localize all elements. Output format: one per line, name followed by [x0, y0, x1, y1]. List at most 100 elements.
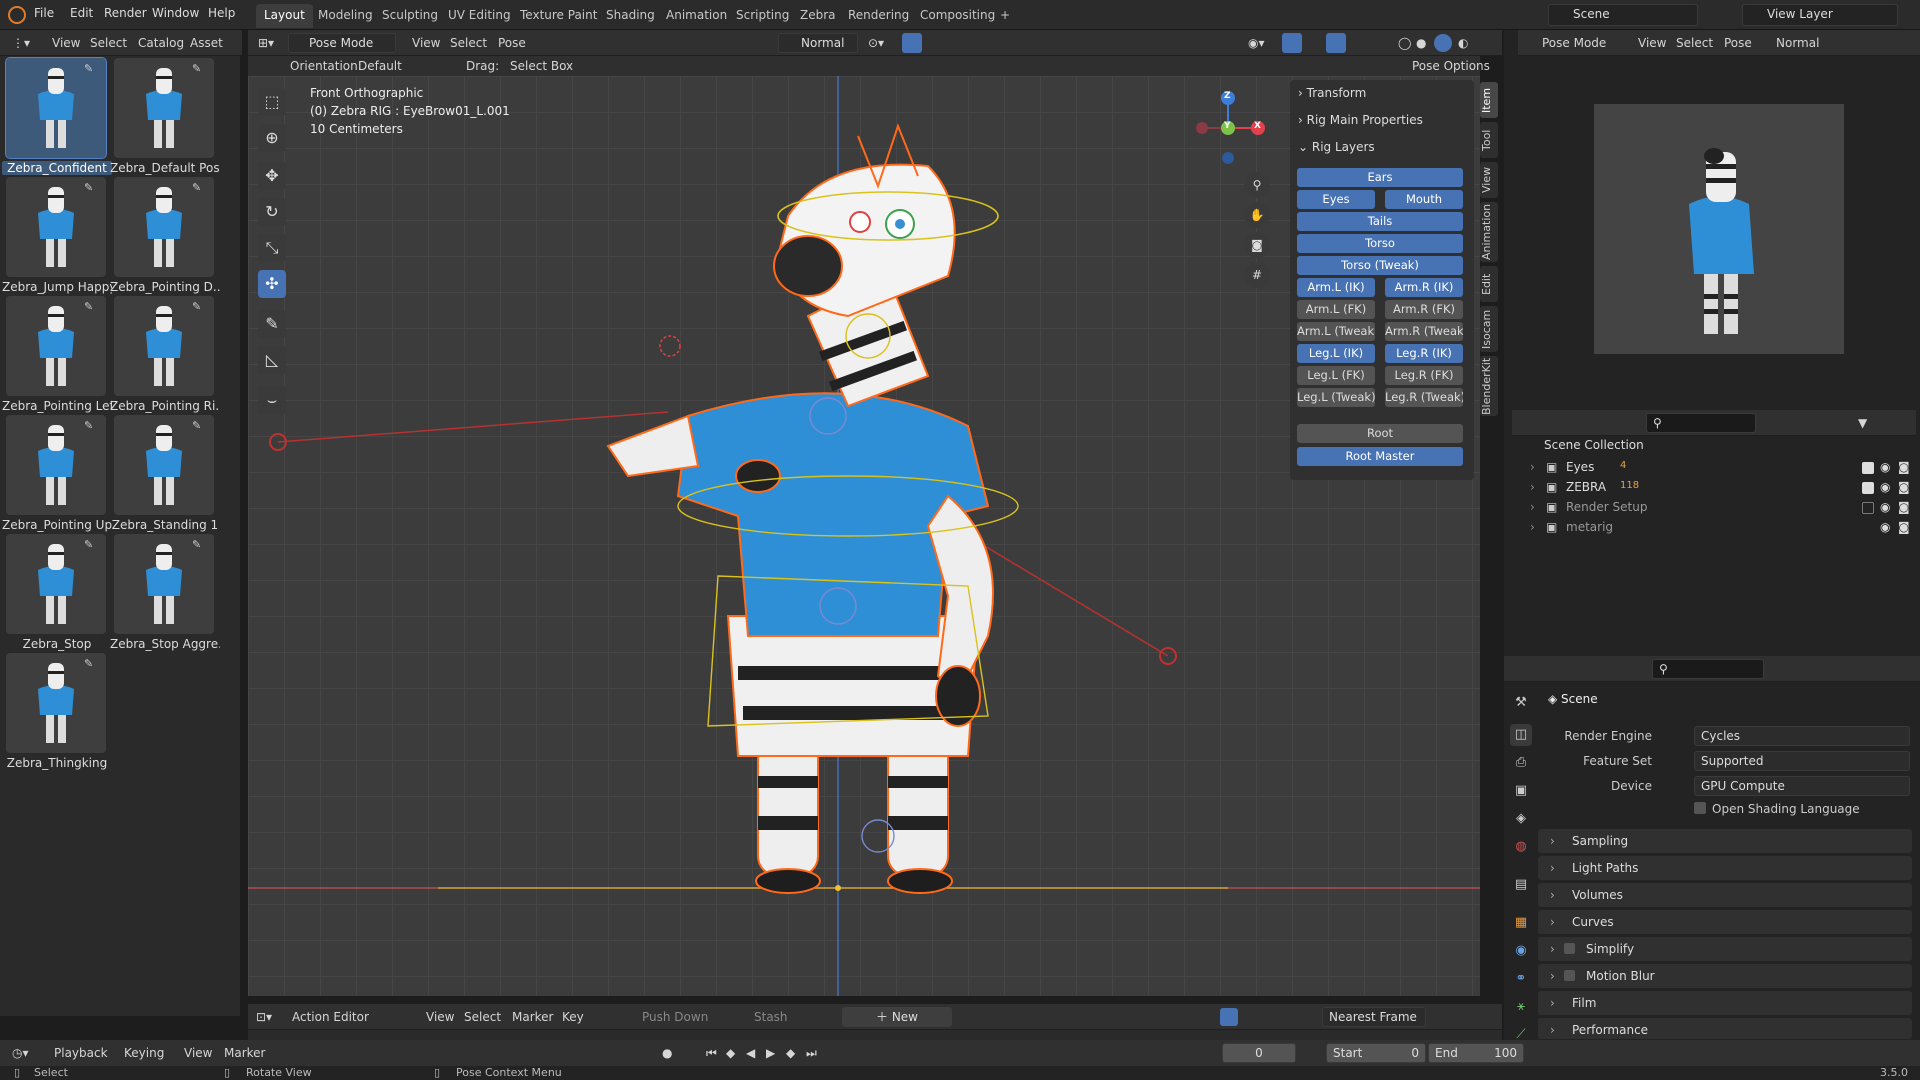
zoom-icon[interactable]: ⚲ [1244, 172, 1270, 198]
current-frame-field[interactable]: 0 [1222, 1043, 1296, 1063]
eye-icon[interactable]: ◉ [1880, 460, 1890, 474]
editor-type-icon[interactable]: ⊞▾ [258, 36, 274, 50]
pivot-icon[interactable]: ⊙▾ [868, 36, 884, 50]
armature-props-icon[interactable]: ⚹ [1510, 996, 1532, 1018]
render-camera-icon[interactable]: ◙ [1898, 480, 1910, 494]
render-camera-icon[interactable]: ◙ [1898, 500, 1910, 514]
rig-layer-button[interactable]: Eyes [1297, 190, 1375, 209]
exclude-checkbox[interactable] [1862, 502, 1874, 514]
sidebar-tab[interactable]: View [1480, 162, 1498, 198]
prev-key-icon[interactable]: ◆ [726, 1046, 735, 1060]
action-menu-key[interactable]: Key [562, 1010, 584, 1024]
rendered-shading-icon[interactable]: ◐ [1458, 36, 1468, 50]
gizmo-toggle-icon[interactable] [1282, 33, 1302, 53]
outliner-row[interactable]: › ▣ Render Setup ◉ ◙ [1510, 498, 1914, 518]
action-menu-select[interactable]: Select [464, 1010, 501, 1024]
tab-compositing[interactable]: Compositing [912, 4, 1003, 28]
render-camera-icon[interactable]: ◙ [1898, 520, 1910, 534]
timeline-menu-keying[interactable]: Keying [124, 1046, 164, 1060]
play-reverse-icon[interactable]: ◀ [746, 1046, 755, 1060]
expand-arrow-icon[interactable]: › [1530, 500, 1535, 514]
tab-rendering[interactable]: Rendering [840, 4, 917, 28]
outliner-row[interactable]: › ▣ Eyes 4 ◉ ◙ [1510, 458, 1914, 478]
rig-layers-header[interactable]: ⌄ Rig Layers [1298, 140, 1375, 154]
outliner-row[interactable]: › ▣ metarig ◉ ◙ [1510, 518, 1914, 538]
properties-search-input[interactable]: ⚲ [1652, 659, 1764, 679]
menu-file[interactable]: File [34, 6, 54, 20]
asset-menu-select[interactable]: Select [90, 36, 127, 50]
clock-icon[interactable]: ◷▾ [12, 1046, 29, 1060]
rig-layer-button[interactable]: Arm.R (Tweak) [1385, 322, 1463, 341]
outliner-scene-collection[interactable]: Scene Collection [1510, 438, 1914, 458]
push-down-button[interactable]: Push Down [642, 1010, 708, 1024]
action-editor-area[interactable] [248, 1030, 1502, 1040]
action-editor-mode[interactable]: Action Editor [292, 1010, 369, 1024]
next-key-icon[interactable]: ◆ [786, 1046, 795, 1060]
tab-texture-paint[interactable]: Texture Paint [512, 4, 605, 28]
measure-tool-icon[interactable]: ◺ [258, 346, 286, 374]
filter-icon[interactable]: ▼ [1858, 416, 1867, 430]
select-box-tool-icon[interactable]: ⬚ [258, 88, 286, 116]
solid-shading-icon[interactable]: ● [1416, 36, 1426, 50]
edit-asset-icon[interactable]: ✎ [192, 419, 201, 432]
asset-menu-catalog[interactable]: Catalog [138, 36, 184, 50]
rig-layer-button[interactable]: Leg.R (Tweak) [1385, 388, 1463, 407]
preview-menu-pose[interactable]: Pose [1724, 36, 1752, 50]
edit-asset-icon[interactable]: ✎ [84, 300, 93, 313]
scene-selector[interactable]: Scene [1548, 4, 1698, 26]
rig-layer-button[interactable]: Torso [1297, 234, 1463, 253]
orientation-selector[interactable]: Normal [778, 33, 858, 53]
transform-panel-header[interactable]: › Transform [1298, 86, 1366, 100]
viewport-menu-select[interactable]: Select [450, 36, 487, 50]
preview-menu-select[interactable]: Select [1676, 36, 1713, 50]
asset-menu-view[interactable]: View [52, 36, 80, 50]
grid-icon[interactable]: # [1244, 262, 1270, 288]
rig-layer-button[interactable]: Leg.L (FK) [1297, 366, 1375, 385]
menu-edit[interactable]: Edit [70, 6, 93, 20]
rig-layer-button[interactable]: Arm.R (FK) [1385, 300, 1463, 319]
move-tool-icon[interactable]: ✥ [258, 162, 286, 190]
edit-asset-icon[interactable]: ✎ [84, 62, 93, 75]
properties-panel-header[interactable]: › Motion Blur [1538, 964, 1912, 988]
rig-layer-button[interactable]: Torso (Tweak) [1297, 256, 1463, 275]
object-props-icon[interactable]: ▦ [1510, 912, 1532, 934]
expand-arrow-icon[interactable]: › [1530, 460, 1535, 474]
orientation-setting-value[interactable]: Default [358, 59, 402, 73]
camera-icon[interactable]: ◙ [1244, 232, 1270, 258]
jump-start-icon[interactable]: ⏮ [706, 1046, 717, 1061]
edit-asset-icon[interactable]: ✎ [84, 181, 93, 194]
view-layer-selector[interactable]: View Layer [1742, 4, 1898, 26]
action-menu-view[interactable]: View [426, 1010, 454, 1024]
viewport-menu-view[interactable]: View [412, 36, 440, 50]
sidebar-tab[interactable]: Isocam [1480, 306, 1498, 352]
new-action-button[interactable]: ＋ New [842, 1007, 952, 1027]
scale-tool-icon[interactable]: ⤡ [258, 234, 286, 262]
rig-layer-button[interactable]: Leg.L (IK) [1297, 344, 1375, 363]
editor-type-icon[interactable]: ⋮▾ [12, 36, 30, 50]
viewport-menu-pose[interactable]: Pose [498, 36, 526, 50]
panel-enable-checkbox[interactable] [1564, 943, 1575, 954]
outliner-search-input[interactable]: ⚲ [1646, 413, 1756, 433]
eye-icon[interactable]: ◉ [1880, 480, 1890, 494]
properties-panel-header[interactable]: › Performance [1538, 1018, 1912, 1039]
sidebar-tab[interactable]: Tool [1480, 122, 1498, 158]
material-shading-icon[interactable] [1434, 34, 1452, 52]
render-engine-dropdown[interactable]: Cycles [1694, 726, 1910, 746]
rig-layer-button[interactable]: Arm.L (Tweak) [1297, 322, 1375, 341]
tab-scripting[interactable]: Scripting [728, 4, 797, 28]
play-icon[interactable]: ▶ [766, 1046, 775, 1060]
wireframe-shading-icon[interactable]: ◯ [1398, 36, 1411, 50]
world-props-icon[interactable]: ◍ [1510, 836, 1532, 858]
rig-layer-button[interactable]: Leg.R (IK) [1385, 344, 1463, 363]
navigation-gizmo[interactable]: Z Y X [1188, 86, 1268, 166]
snap-mode-dropdown[interactable]: Nearest Frame [1322, 1007, 1426, 1027]
edit-asset-icon[interactable]: ✎ [84, 538, 93, 551]
edit-asset-icon[interactable]: ✎ [84, 657, 93, 670]
properties-panel-header[interactable]: › Film [1538, 991, 1912, 1015]
physics-props-icon[interactable]: ◉ [1510, 940, 1532, 962]
scene-props-icon[interactable]: ◈ [1510, 808, 1532, 830]
action-menu-marker[interactable]: Marker [512, 1010, 553, 1024]
edit-asset-icon[interactable]: ✎ [192, 181, 201, 194]
end-frame-field[interactable]: End 100 [1428, 1043, 1524, 1063]
rig-layer-button[interactable]: Leg.R (FK) [1385, 366, 1463, 385]
